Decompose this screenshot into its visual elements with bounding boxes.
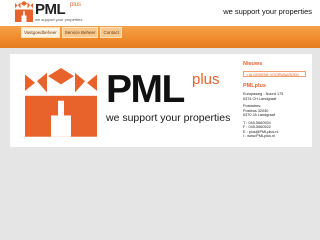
news-heading: Nieuws (243, 61, 263, 67)
main-navigation: Vastgoedbeheer Service Beheer Contact (0, 26, 320, 48)
logo-tagline: we support your properties (35, 17, 83, 22)
logo-brand-text: PML (35, 1, 66, 18)
nav-tab-vastgoedbeheer[interactable]: Vastgoedbeheer (21, 27, 60, 38)
hero-plus-text: plus (192, 71, 220, 88)
content-panel: PML plus we support your properties Nieu… (10, 54, 312, 147)
company-address: Europaweg - Noord 175 6374 CH Landgraaf … (243, 92, 307, 139)
nav-tabs: Vastgoedbeheer Service Beheer Contact (21, 27, 122, 38)
sidebar: Nieuws > ALGEMENE VOORWAARDEN PMLplus Eu… (243, 61, 307, 139)
top-header: PML plus we support your properties we s… (0, 0, 320, 26)
logo-mark-icon (15, 1, 33, 22)
nav-tab-service-beheer[interactable]: Service Beheer (61, 27, 99, 38)
terms-link[interactable]: > ALGEMENE VOORWAARDEN (243, 71, 306, 77)
site-logo[interactable]: PML plus we support your properties (14, 1, 86, 25)
header-slogan: we support your properties (223, 7, 312, 16)
hero-logo-mark-icon (25, 68, 97, 137)
hero-brand-text: PML (106, 68, 185, 111)
website-link[interactable]: I : www.PMLplus.nl (243, 134, 307, 139)
nav-tab-contact[interactable]: Contact (100, 27, 122, 38)
logo-plus-text: plus (70, 2, 82, 8)
hero-tagline: we support your properties (106, 112, 231, 124)
company-heading: PMLplus (243, 83, 266, 89)
hero-logo: PML plus we support your properties (16, 64, 244, 138)
